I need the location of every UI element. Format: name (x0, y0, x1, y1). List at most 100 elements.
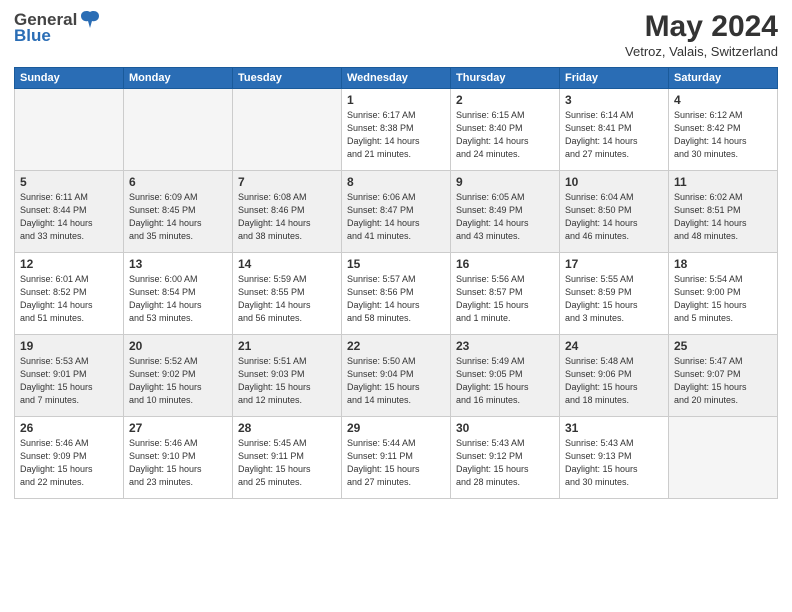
day-number: 30 (456, 421, 554, 435)
title-block: May 2024 Vetroz, Valais, Switzerland (625, 10, 778, 59)
calendar-table: SundayMondayTuesdayWednesdayThursdayFrid… (14, 67, 778, 499)
calendar-cell: 20Sunrise: 5:52 AM Sunset: 9:02 PM Dayli… (124, 335, 233, 417)
weekday-sunday: Sunday (15, 68, 124, 89)
day-number: 1 (347, 93, 445, 107)
day-number: 28 (238, 421, 336, 435)
day-info: Sunrise: 6:09 AM Sunset: 8:45 PM Dayligh… (129, 191, 227, 243)
logo: General Blue (14, 10, 101, 46)
weekday-thursday: Thursday (451, 68, 560, 89)
day-info: Sunrise: 6:02 AM Sunset: 8:51 PM Dayligh… (674, 191, 772, 243)
calendar-week-5: 26 Sunrise: 5:46 AM Sunset: 9:09 PM Dayli… (15, 417, 778, 499)
calendar-cell: 9 Sunrise: 6:05 AM Sunset: 8:49 PM Daylig… (451, 171, 560, 253)
calendar-cell: 23Sunrise: 5:49 AM Sunset: 9:05 PM Dayli… (451, 335, 560, 417)
day-info: Sunrise: 5:49 AM Sunset: 9:05 PM Dayligh… (456, 355, 554, 407)
calendar-cell: 1 Sunrise: 6:17 AM Sunset: 8:38 PM Daylig… (342, 89, 451, 171)
calendar-cell: 30 Sunrise: 5:43 AM Sunset: 9:12 PM Dayli… (451, 417, 560, 499)
day-number: 2 (456, 93, 554, 107)
calendar-cell: 4Sunrise: 6:12 AM Sunset: 8:42 PM Daylig… (669, 89, 778, 171)
day-number: 31 (565, 421, 663, 435)
calendar-cell: 8 Sunrise: 6:06 AM Sunset: 8:47 PM Daylig… (342, 171, 451, 253)
day-info: Sunrise: 5:55 AM Sunset: 8:59 PM Dayligh… (565, 273, 663, 325)
calendar-cell (15, 89, 124, 171)
day-info: Sunrise: 6:14 AM Sunset: 8:41 PM Dayligh… (565, 109, 663, 161)
calendar-cell: 25Sunrise: 5:47 AM Sunset: 9:07 PM Dayli… (669, 335, 778, 417)
day-info: Sunrise: 6:05 AM Sunset: 8:49 PM Dayligh… (456, 191, 554, 243)
calendar-cell: 31 Sunrise: 5:43 AM Sunset: 9:13 PM Dayli… (560, 417, 669, 499)
day-info: Sunrise: 5:48 AM Sunset: 9:06 PM Dayligh… (565, 355, 663, 407)
day-info: Sunrise: 5:47 AM Sunset: 9:07 PM Dayligh… (674, 355, 772, 407)
day-info: Sunrise: 6:01 AM Sunset: 8:52 PM Dayligh… (20, 273, 118, 325)
weekday-tuesday: Tuesday (233, 68, 342, 89)
calendar-cell: 11Sunrise: 6:02 AM Sunset: 8:51 PM Dayli… (669, 171, 778, 253)
calendar-cell: 19 Sunrise: 5:53 AM Sunset: 9:01 PM Dayli… (15, 335, 124, 417)
page: General Blue May 2024 Vetroz, Valais, Sw… (0, 0, 792, 612)
day-info: Sunrise: 6:06 AM Sunset: 8:47 PM Dayligh… (347, 191, 445, 243)
calendar-cell: 24 Sunrise: 5:48 AM Sunset: 9:06 PM Dayli… (560, 335, 669, 417)
logo-blue: Blue (14, 26, 51, 46)
calendar-cell: 5 Sunrise: 6:11 AM Sunset: 8:44 PM Daylig… (15, 171, 124, 253)
day-info: Sunrise: 5:53 AM Sunset: 9:01 PM Dayligh… (20, 355, 118, 407)
day-number: 15 (347, 257, 445, 271)
calendar-cell: 18Sunrise: 5:54 AM Sunset: 9:00 PM Dayli… (669, 253, 778, 335)
day-number: 4 (674, 93, 772, 107)
day-info: Sunrise: 6:08 AM Sunset: 8:46 PM Dayligh… (238, 191, 336, 243)
logo-bird-icon (79, 10, 101, 30)
day-number: 8 (347, 175, 445, 189)
day-info: Sunrise: 6:11 AM Sunset: 8:44 PM Dayligh… (20, 191, 118, 243)
day-info: Sunrise: 5:46 AM Sunset: 9:09 PM Dayligh… (20, 437, 118, 489)
calendar-cell: 12 Sunrise: 6:01 AM Sunset: 8:52 PM Dayli… (15, 253, 124, 335)
day-number: 21 (238, 339, 336, 353)
calendar-cell: 26 Sunrise: 5:46 AM Sunset: 9:09 PM Dayli… (15, 417, 124, 499)
calendar-cell: 27Sunrise: 5:46 AM Sunset: 9:10 PM Dayli… (124, 417, 233, 499)
calendar-cell: 7 Sunrise: 6:08 AM Sunset: 8:46 PM Daylig… (233, 171, 342, 253)
location-title: Vetroz, Valais, Switzerland (625, 44, 778, 59)
calendar-cell: 28 Sunrise: 5:45 AM Sunset: 9:11 PM Dayli… (233, 417, 342, 499)
weekday-wednesday: Wednesday (342, 68, 451, 89)
calendar-cell (669, 417, 778, 499)
day-info: Sunrise: 5:50 AM Sunset: 9:04 PM Dayligh… (347, 355, 445, 407)
calendar-cell: 2Sunrise: 6:15 AM Sunset: 8:40 PM Daylig… (451, 89, 560, 171)
day-info: Sunrise: 5:43 AM Sunset: 9:12 PM Dayligh… (456, 437, 554, 489)
day-info: Sunrise: 5:54 AM Sunset: 9:00 PM Dayligh… (674, 273, 772, 325)
day-number: 3 (565, 93, 663, 107)
day-info: Sunrise: 5:59 AM Sunset: 8:55 PM Dayligh… (238, 273, 336, 325)
day-number: 9 (456, 175, 554, 189)
day-number: 27 (129, 421, 227, 435)
calendar-cell: 17 Sunrise: 5:55 AM Sunset: 8:59 PM Dayli… (560, 253, 669, 335)
weekday-header-row: SundayMondayTuesdayWednesdayThursdayFrid… (15, 68, 778, 89)
day-number: 7 (238, 175, 336, 189)
day-info: Sunrise: 5:51 AM Sunset: 9:03 PM Dayligh… (238, 355, 336, 407)
calendar-week-4: 19 Sunrise: 5:53 AM Sunset: 9:01 PM Dayli… (15, 335, 778, 417)
day-info: Sunrise: 6:17 AM Sunset: 8:38 PM Dayligh… (347, 109, 445, 161)
day-info: Sunrise: 5:52 AM Sunset: 9:02 PM Dayligh… (129, 355, 227, 407)
calendar-cell: 16 Sunrise: 5:56 AM Sunset: 8:57 PM Dayli… (451, 253, 560, 335)
day-number: 26 (20, 421, 118, 435)
day-number: 19 (20, 339, 118, 353)
calendar-cell (233, 89, 342, 171)
calendar-cell: 3 Sunrise: 6:14 AM Sunset: 8:41 PM Daylig… (560, 89, 669, 171)
calendar-cell: 14Sunrise: 5:59 AM Sunset: 8:55 PM Dayli… (233, 253, 342, 335)
day-number: 24 (565, 339, 663, 353)
calendar-cell: 22 Sunrise: 5:50 AM Sunset: 9:04 PM Dayli… (342, 335, 451, 417)
header: General Blue May 2024 Vetroz, Valais, Sw… (14, 10, 778, 59)
day-info: Sunrise: 5:44 AM Sunset: 9:11 PM Dayligh… (347, 437, 445, 489)
day-number: 10 (565, 175, 663, 189)
calendar-cell: 21 Sunrise: 5:51 AM Sunset: 9:03 PM Dayli… (233, 335, 342, 417)
day-number: 5 (20, 175, 118, 189)
day-info: Sunrise: 5:43 AM Sunset: 9:13 PM Dayligh… (565, 437, 663, 489)
day-info: Sunrise: 5:56 AM Sunset: 8:57 PM Dayligh… (456, 273, 554, 325)
day-number: 16 (456, 257, 554, 271)
weekday-friday: Friday (560, 68, 669, 89)
calendar-week-2: 5 Sunrise: 6:11 AM Sunset: 8:44 PM Daylig… (15, 171, 778, 253)
day-number: 29 (347, 421, 445, 435)
day-number: 17 (565, 257, 663, 271)
weekday-saturday: Saturday (669, 68, 778, 89)
day-info: Sunrise: 5:45 AM Sunset: 9:11 PM Dayligh… (238, 437, 336, 489)
day-number: 22 (347, 339, 445, 353)
calendar-cell: 29 Sunrise: 5:44 AM Sunset: 9:11 PM Dayli… (342, 417, 451, 499)
calendar-week-3: 12 Sunrise: 6:01 AM Sunset: 8:52 PM Dayli… (15, 253, 778, 335)
day-number: 12 (20, 257, 118, 271)
day-info: Sunrise: 5:57 AM Sunset: 8:56 PM Dayligh… (347, 273, 445, 325)
calendar-cell: 15 Sunrise: 5:57 AM Sunset: 8:56 PM Dayli… (342, 253, 451, 335)
calendar-week-1: 1 Sunrise: 6:17 AM Sunset: 8:38 PM Daylig… (15, 89, 778, 171)
